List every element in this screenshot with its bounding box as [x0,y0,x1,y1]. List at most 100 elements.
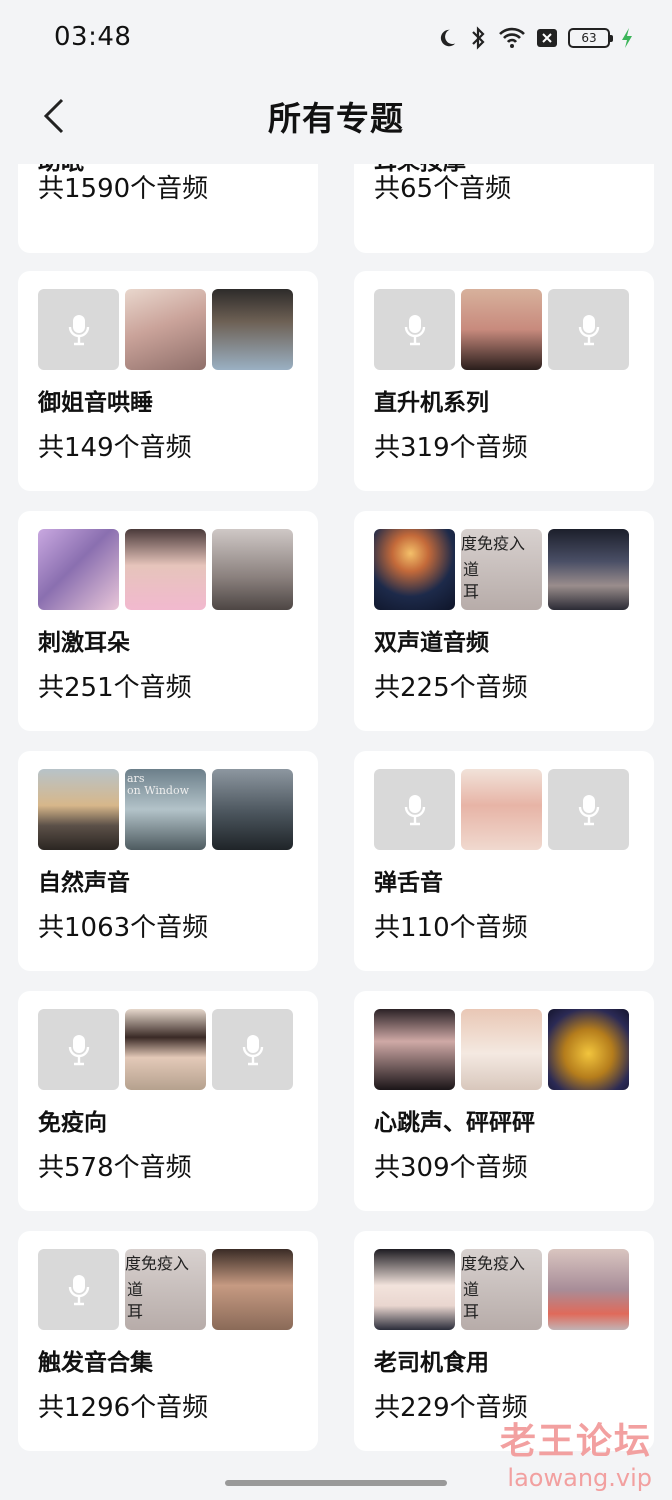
status-time: 03:48 [54,22,132,52]
placeholder-thumbnail [212,1009,293,1090]
thumbnail-strip: 度免疫入 道 耳 [38,1249,293,1330]
microphone-icon [68,314,89,345]
thumbnail-strip: ars on Window [38,769,293,850]
thumbnail-image: ars on Window [125,769,206,850]
topic-name: 弹舌音 [374,870,443,896]
topic-card[interactable]: 弹舌音 共110个音频 [354,751,654,971]
thumbnail-caption: 道 [463,1280,480,1299]
topic-name: 免疫向 [38,1110,107,1136]
topic-card[interactable]: ars on Window 自然声音 共1063个音频 [18,751,318,971]
thumbnail-strip: 度免疫入 道 耳 [374,1249,629,1330]
topic-name: 双声道音频 [374,630,489,656]
microphone-icon [242,1034,263,1065]
thumbnail-strip: 度免疫入 道 耳 [374,529,629,610]
placeholder-thumbnail [548,769,629,850]
thumbnail-strip [38,529,293,610]
thumbnail-image [374,1009,455,1090]
topic-count: 共1063个音频 [38,913,209,943]
topic-card[interactable]: 助眠 共1590个音频 [18,164,318,253]
microphone-icon [578,314,599,345]
thumbnail-image: 度免疫入 道 耳 [125,1249,206,1330]
placeholder-thumbnail [38,1009,119,1090]
thumbnail-image [38,769,119,850]
thumbnail-image: 度免疫入 道 耳 [461,529,542,610]
thumbnail-caption: 耳 [463,582,480,601]
topic-count: 共578个音频 [38,1153,192,1183]
placeholder-thumbnail [38,289,119,370]
wifi-icon [498,27,526,49]
thumbnail-image [125,289,206,370]
thumbnail-image [461,769,542,850]
topic-name: 刺激耳朵 [38,630,130,656]
thumbnail-caption: on Window [127,784,189,797]
thumbnail-image [461,1009,542,1090]
topic-name: 心跳声、砰砰砰 [374,1110,535,1136]
thumbnail-caption: 度免疫入 [461,534,526,553]
battery-icon: 63 [568,28,613,48]
thumbnail-strip [38,289,293,370]
topic-card[interactable]: 御姐音哄睡 共149个音频 [18,271,318,491]
topic-name: 触发音合集 [38,1350,153,1376]
microphone-icon [68,1034,89,1065]
watermark-name: 老王论坛 [499,1421,652,1462]
thumbnail-image: 度免疫入 道 耳 [461,1249,542,1330]
topic-count: 共149个音频 [38,433,192,463]
placeholder-thumbnail [38,1249,119,1330]
topic-name: 直升机系列 [374,390,489,416]
placeholder-thumbnail [548,289,629,370]
page-title: 所有专题 [268,99,404,138]
thumbnail-caption: 耳 [463,1302,480,1321]
topic-count: 共1590个音频 [38,174,209,204]
thumbnail-strip [38,1009,293,1090]
topic-card[interactable]: 耳朵按摩 共65个音频 [354,164,654,253]
bluetooth-icon [468,26,488,50]
topic-grid[interactable]: 助眠 共1590个音频 耳朵按摩 共65个音频 御姐音哄睡 共149个音频 直升… [0,164,672,1464]
no-sim-icon [536,28,558,48]
thumbnail-image [212,1249,293,1330]
placeholder-thumbnail [374,289,455,370]
topic-card[interactable]: 免疫向 共578个音频 [18,991,318,1211]
header: 所有专题 [0,78,672,164]
thumbnail-caption: 度免疫入 [125,1254,190,1273]
thumbnail-image [374,529,455,610]
microphone-icon [404,794,425,825]
topic-card[interactable]: 刺激耳朵 共251个音频 [18,511,318,731]
topic-name: 自然声音 [38,870,130,896]
watermark-url: laowang.vip [507,1464,652,1492]
thumbnail-image [374,1249,455,1330]
thumbnail-caption: 耳 [127,1302,144,1321]
thumbnail-image [212,289,293,370]
moon-icon [436,27,458,49]
topic-card[interactable]: 度免疫入 道 耳 触发音合集 共1296个音频 [18,1231,318,1451]
topic-count: 共319个音频 [374,433,528,463]
topic-name: 老司机食用 [374,1350,489,1376]
thumbnail-image [461,289,542,370]
topic-count: 共65个音频 [374,174,512,204]
thumbnail-caption: 道 [463,560,480,579]
microphone-icon [68,1274,89,1305]
topic-card[interactable]: 度免疫入 道 耳 双声道音频 共225个音频 [354,511,654,731]
thumbnail-image [212,529,293,610]
topic-count: 共309个音频 [374,1153,528,1183]
topic-card[interactable]: 心跳声、砰砰砰 共309个音频 [354,991,654,1211]
thumbnail-image [548,529,629,610]
thumbnail-caption: 道 [127,1280,144,1299]
home-indicator[interactable] [225,1480,447,1486]
topic-count: 共251个音频 [38,673,192,703]
topic-count: 共225个音频 [374,673,528,703]
status-bar: 03:48 63 [0,0,672,78]
thumbnail-strip [374,1009,629,1090]
topic-count: 共1296个音频 [38,1393,209,1423]
microphone-icon [578,794,599,825]
thumbnail-image [125,1009,206,1090]
thumbnail-strip [374,289,629,370]
topic-card[interactable]: 直升机系列 共319个音频 [354,271,654,491]
watermark: 老王论坛 laowang.vip [500,1412,652,1492]
status-icons: 63 [436,22,634,54]
thumbnail-image [212,769,293,850]
charging-icon [620,27,634,49]
thumbnail-image [125,529,206,610]
thumbnail-image [548,1249,629,1330]
thumbnail-caption: 度免疫入 [461,1254,526,1273]
placeholder-thumbnail [374,769,455,850]
